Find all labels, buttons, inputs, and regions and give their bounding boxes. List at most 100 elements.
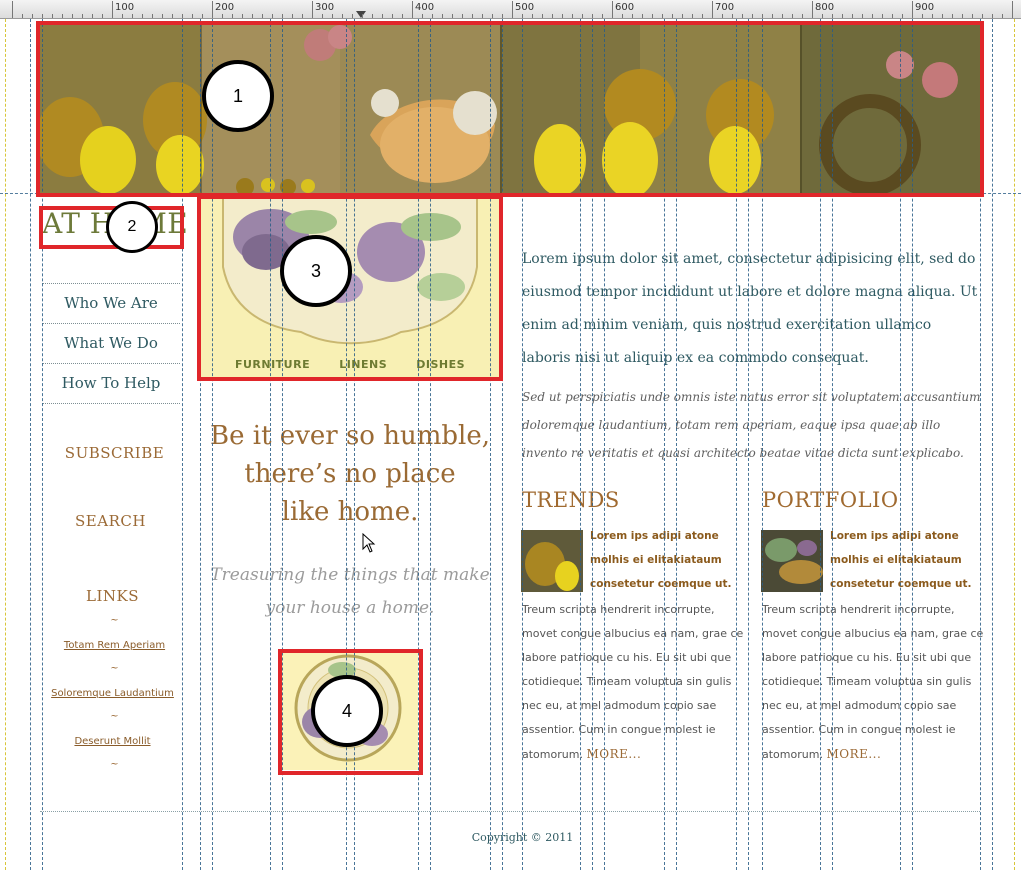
ruler-tick xyxy=(122,14,123,18)
ruler-tick xyxy=(472,14,473,18)
intro-paragraph: Lorem ipsum dolor sit amet, consectetur … xyxy=(522,251,978,366)
portfolio-body-text: Treum scripta hendrerit incorrupte, move… xyxy=(762,603,984,761)
trends-body-text: Treum scripta hendrerit incorrupte, move… xyxy=(522,603,744,761)
ruler-tick xyxy=(152,14,153,18)
sub-tagline-line: your house a home. xyxy=(265,598,435,618)
ruler-tick xyxy=(962,14,963,18)
trends-body: Treum scripta hendrerit incorrupte, move… xyxy=(522,598,747,767)
margin-guide xyxy=(1014,19,1015,870)
ruler-tick xyxy=(662,14,663,18)
ruler-tick xyxy=(92,14,93,18)
ruler-tick xyxy=(952,14,953,18)
top-ruler: 100 200 300 400 500 600 700 800 900 xyxy=(0,0,1021,19)
ruler-tick xyxy=(442,14,443,18)
ruler-tick xyxy=(582,14,583,18)
copyright: Copyright © 2011 xyxy=(471,831,574,844)
ruler-tick xyxy=(262,14,263,18)
ruler-tick xyxy=(322,14,323,18)
ruler-label: 200 xyxy=(215,2,235,13)
ruler-tick xyxy=(22,14,23,18)
search-link[interactable]: SEARCH xyxy=(38,512,183,530)
ruler-tick xyxy=(642,14,643,18)
ruler-tick xyxy=(592,14,593,18)
ruler-tick xyxy=(882,14,883,18)
ruler-tick xyxy=(892,14,893,18)
ruler-tick xyxy=(742,14,743,18)
link-separator: ~ xyxy=(110,615,119,626)
ruler-tick xyxy=(452,14,453,18)
ruler-label: 600 xyxy=(615,2,635,13)
ruler-label: 700 xyxy=(715,2,735,13)
ruler-tick xyxy=(362,14,363,18)
ruler-tick xyxy=(932,14,933,18)
ruler-tick xyxy=(312,1,313,18)
ruler-tick xyxy=(562,14,563,18)
ruler-tick xyxy=(292,14,293,18)
ruler-tick xyxy=(1012,1,1013,18)
ruler-tick xyxy=(1002,14,1003,18)
margin-guide xyxy=(5,19,6,870)
ruler-tick xyxy=(342,14,343,18)
ruler-tick xyxy=(162,14,163,18)
annotation-badge-3: 3 xyxy=(280,235,352,307)
annotation-badge-4: 4 xyxy=(311,675,383,747)
highlight-box-plate xyxy=(197,195,503,381)
ruler-tick xyxy=(272,14,273,18)
ruler-tick xyxy=(792,14,793,18)
nav-item-what-we-do[interactable]: What We Do xyxy=(42,323,180,363)
ruler-label: 100 xyxy=(115,2,135,13)
trends-teaser: Lorem ips adipi atone molhis ei elitakia… xyxy=(590,530,732,590)
ruler-tick xyxy=(172,14,173,18)
ruler-label: 500 xyxy=(515,2,535,13)
trends-more-link[interactable]: MORE... xyxy=(586,747,641,761)
ruler-tick xyxy=(502,14,503,18)
main-nav: Who We Are What We Do How To Help xyxy=(42,283,180,404)
ruler-tick xyxy=(552,14,553,18)
trends-thumbnail[interactable] xyxy=(521,530,583,592)
ruler-tick xyxy=(522,14,523,18)
ruler-tick xyxy=(762,14,763,18)
ruler-tick xyxy=(542,14,543,18)
sidebar-link-totam[interactable]: Totam Rem Aperiam xyxy=(42,640,187,651)
ruler-tick xyxy=(462,14,463,18)
ruler-tick xyxy=(282,14,283,18)
highlight-box-banner xyxy=(36,21,984,197)
nav-item-how-to-help[interactable]: How To Help xyxy=(42,363,180,404)
ruler-tick xyxy=(422,14,423,18)
ruler-tick xyxy=(232,14,233,18)
portfolio-more-link[interactable]: MORE... xyxy=(826,747,881,761)
sidebar-link-soloremque[interactable]: Soloremque Laudantium xyxy=(40,688,185,699)
annotation-badge-2: 2 xyxy=(106,201,158,253)
ruler-tick xyxy=(112,1,113,18)
sidebar-link-deserunt[interactable]: Deserunt Mollit xyxy=(40,736,185,747)
ruler-tick xyxy=(732,14,733,18)
subscribe-link[interactable]: SUBSCRIBE xyxy=(42,444,187,462)
tagline-line: there’s no place xyxy=(244,459,456,489)
portfolio-thumbnail[interactable] xyxy=(761,530,823,592)
ruler-tick xyxy=(652,14,653,18)
portfolio-heading: PORTFOLIO xyxy=(762,488,899,512)
grid-guide xyxy=(992,19,993,870)
page-canvas: AT HOME Who We Are What We Do How To Hel… xyxy=(0,19,1021,870)
ruler-tick xyxy=(372,14,373,18)
ruler-tick xyxy=(212,1,213,18)
ruler-tick xyxy=(242,14,243,18)
ruler-tick xyxy=(52,14,53,18)
ruler-tick xyxy=(692,14,693,18)
nav-item-who-we-are[interactable]: Who We Are xyxy=(42,283,180,323)
ruler-tick xyxy=(572,14,573,18)
ruler-tick xyxy=(252,14,253,18)
ruler-tick xyxy=(352,14,353,18)
ruler-tick xyxy=(912,1,913,18)
ruler-tick xyxy=(432,14,433,18)
links-heading: LINKS xyxy=(86,587,139,605)
pointer-cursor-icon xyxy=(362,533,376,553)
grid-guide xyxy=(30,19,31,870)
ruler-tick xyxy=(142,14,143,18)
ruler-tick xyxy=(842,14,843,18)
ruler-tick xyxy=(972,14,973,18)
ruler-tick xyxy=(632,14,633,18)
tagline-line: like home. xyxy=(281,497,419,527)
ruler-label: 400 xyxy=(415,2,435,13)
intro-italic-paragraph: Sed ut perspiciatis unde omnis iste natu… xyxy=(522,390,981,460)
